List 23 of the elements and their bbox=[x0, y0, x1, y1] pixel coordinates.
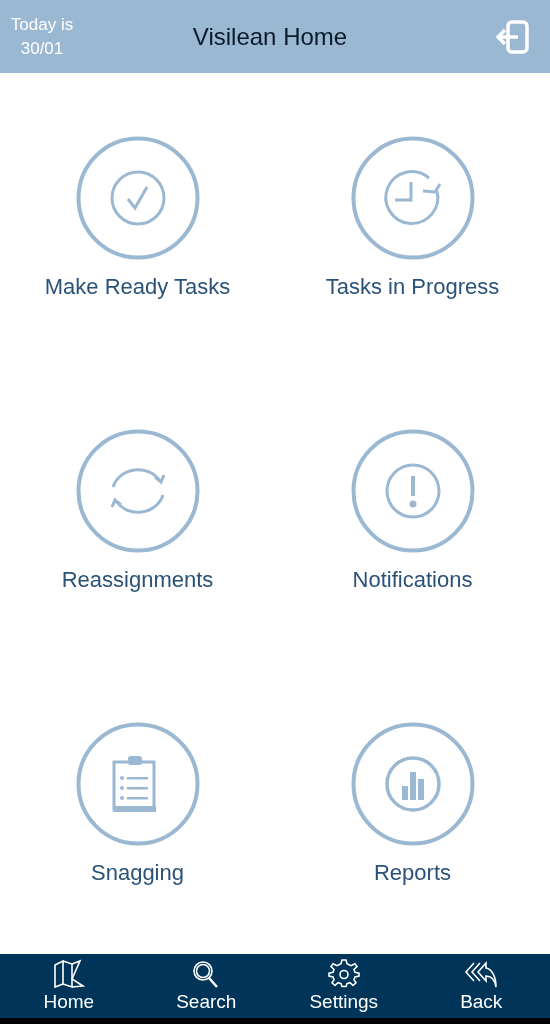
nav-button[interactable]: Search bbox=[137, 954, 275, 1018]
logout-icon[interactable] bbox=[494, 19, 530, 54]
tile-label[interactable]: Make Ready Tasks bbox=[44, 274, 231, 300]
map-icon bbox=[51, 959, 86, 989]
tile-label[interactable]: Tasks in Progress bbox=[325, 274, 500, 300]
clipboard-icon[interactable] bbox=[75, 722, 200, 846]
checkmark-icon[interactable] bbox=[75, 136, 200, 260]
alert-icon[interactable] bbox=[350, 429, 475, 553]
tile-label[interactable]: Reassignments bbox=[61, 567, 214, 593]
back-icon bbox=[464, 959, 499, 989]
nav-button[interactable]: Back bbox=[412, 954, 550, 1018]
settings-icon bbox=[326, 959, 361, 989]
clock-icon[interactable] bbox=[350, 136, 475, 260]
bar-chart-icon[interactable] bbox=[350, 722, 475, 846]
refresh-icon[interactable] bbox=[75, 429, 200, 553]
page-title: Visilean Home bbox=[191, 22, 349, 51]
date-label: Today is bbox=[10, 13, 74, 36]
date-value: 30/01 bbox=[20, 37, 64, 60]
nav-button[interactable]: Home bbox=[0, 954, 138, 1018]
tile-label[interactable]: Reports bbox=[373, 860, 451, 886]
nav-button[interactable]: Settings bbox=[275, 954, 413, 1018]
tile-label[interactable]: Snagging bbox=[91, 860, 184, 886]
tile-label[interactable]: Notifications bbox=[352, 567, 473, 593]
